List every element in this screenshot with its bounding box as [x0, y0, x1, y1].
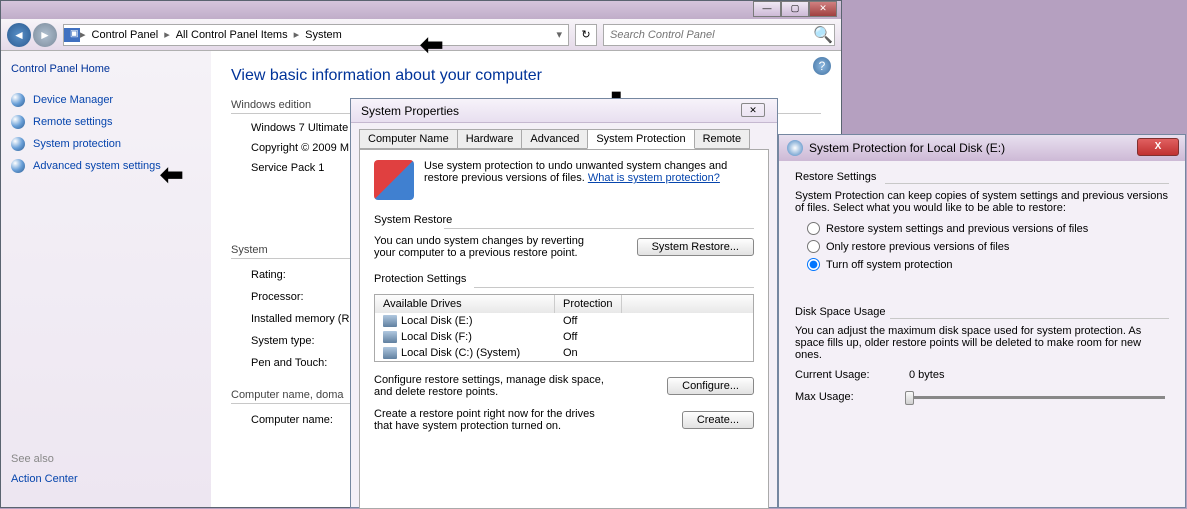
cp-titlebar[interactable]: — ▢ ✕	[1, 1, 841, 19]
help-icon[interactable]: ?	[813, 57, 831, 75]
max-usage-slider[interactable]	[905, 396, 1165, 399]
refresh-button[interactable]: ↻	[575, 24, 597, 46]
forward-button[interactable]: ►	[33, 23, 57, 47]
radio-label: Turn off system protection	[826, 259, 953, 271]
radio-restore-all[interactable]: Restore system settings and previous ver…	[807, 222, 1169, 235]
shield-icon	[11, 93, 25, 107]
breadcrumb-item[interactable]: All Control Panel Items	[170, 29, 294, 41]
sidebar-system-protection[interactable]: System protection	[11, 137, 201, 151]
shield-icon	[787, 140, 803, 156]
sidebar: Control Panel Home Device Manager Remote…	[1, 51, 211, 507]
slider-thumb[interactable]	[905, 391, 914, 405]
configure-button[interactable]: Configure...	[667, 377, 754, 395]
drive-name: Local Disk (E:)	[401, 315, 473, 327]
restore-settings-text: System Protection can keep copies of sys…	[795, 190, 1169, 214]
sidebar-item-label: Remote settings	[33, 116, 112, 128]
configure-text: Configure restore settings, manage disk …	[374, 374, 604, 398]
col-drives[interactable]: Available Drives	[375, 295, 555, 313]
drive-row[interactable]: Local Disk (E:) Off	[375, 313, 753, 329]
tab-system-protection[interactable]: System Protection	[587, 129, 694, 149]
breadcrumb-item[interactable]: Control Panel	[86, 29, 165, 41]
nav-bar: ◄ ► ▣ ▸ Control Panel ▸ All Control Pane…	[1, 19, 841, 51]
radio-label: Only restore previous versions of files	[826, 241, 1009, 253]
disk-usage-title: Disk Space Usage	[795, 306, 1169, 318]
spd-close-button[interactable]: X	[1137, 138, 1179, 156]
search-input[interactable]	[604, 29, 812, 41]
drive-icon	[383, 315, 397, 327]
radio-input[interactable]	[807, 240, 820, 253]
shield-icon	[11, 115, 25, 129]
search-box[interactable]: 🔍	[603, 24, 835, 46]
create-button[interactable]: Create...	[682, 411, 754, 429]
breadcrumb-item[interactable]: System	[299, 29, 348, 41]
dialog-title: System Protection for Local Disk (E:)	[809, 141, 1005, 155]
protection-settings-title: Protection Settings	[374, 273, 754, 285]
radio-input[interactable]	[807, 222, 820, 235]
sp-titlebar[interactable]: System Properties ✕	[351, 99, 777, 123]
restore-settings-title: Restore Settings	[795, 171, 1169, 183]
drive-name: Local Disk (C:) (System)	[401, 347, 520, 359]
drives-table[interactable]: Available Drives Protection Local Disk (…	[374, 294, 754, 362]
drive-row[interactable]: Local Disk (C:) (System) On	[375, 345, 753, 361]
drive-name: Local Disk (F:)	[401, 331, 472, 343]
maximize-button[interactable]: ▢	[781, 1, 809, 17]
close-button[interactable]: ✕	[809, 1, 837, 17]
sidebar-remote-settings[interactable]: Remote settings	[11, 115, 201, 129]
drive-protection: Off	[563, 315, 577, 327]
col-protection[interactable]: Protection	[555, 295, 622, 313]
sidebar-device-manager[interactable]: Device Manager	[11, 93, 201, 107]
search-icon[interactable]: 🔍	[812, 25, 834, 45]
sidebar-item-label: Device Manager	[33, 94, 113, 106]
system-protection-disk-dialog: System Protection for Local Disk (E:) X …	[778, 134, 1186, 508]
sidebar-advanced-settings[interactable]: Advanced system settings	[11, 159, 201, 173]
shield-icon	[11, 159, 25, 173]
dialog-title: System Properties	[361, 104, 459, 118]
system-properties-dialog: System Properties ✕ Computer Name Hardwa…	[350, 98, 778, 508]
minimize-button[interactable]: —	[753, 1, 781, 17]
drive-protection: On	[563, 347, 578, 359]
drive-protection: Off	[563, 331, 577, 343]
sidebar-item-label: System protection	[33, 138, 121, 150]
radio-label: Restore system settings and previous ver…	[826, 223, 1088, 235]
radio-turn-off[interactable]: Turn off system protection	[807, 258, 1169, 271]
drive-row[interactable]: Local Disk (F:) Off	[375, 329, 753, 345]
tab-hardware[interactable]: Hardware	[457, 129, 523, 149]
shield-icon	[11, 137, 25, 151]
sp-close-button[interactable]: ✕	[741, 103, 765, 117]
see-also-label: See also	[11, 453, 201, 465]
disk-usage-text: You can adjust the maximum disk space us…	[795, 325, 1169, 361]
control-panel-home-link[interactable]: Control Panel Home	[11, 63, 201, 75]
sidebar-item-label: Advanced system settings	[33, 160, 161, 172]
shield-icon	[374, 160, 414, 200]
page-title: View basic information about your comput…	[231, 67, 821, 85]
tab-computer-name[interactable]: Computer Name	[359, 129, 458, 149]
drive-icon	[383, 331, 397, 343]
tab-body: Use system protection to undo unwanted s…	[359, 149, 769, 509]
tab-strip: Computer Name Hardware Advanced System P…	[351, 123, 777, 149]
system-restore-title: System Restore	[374, 214, 754, 226]
drive-icon	[383, 347, 397, 359]
tab-advanced[interactable]: Advanced	[521, 129, 588, 149]
spd-titlebar[interactable]: System Protection for Local Disk (E:) X	[779, 135, 1185, 161]
see-also-action-center[interactable]: Action Center	[11, 473, 201, 485]
radio-input[interactable]	[807, 258, 820, 271]
spd-body: Restore Settings System Protection can k…	[779, 161, 1185, 413]
system-restore-button[interactable]: System Restore...	[637, 238, 754, 256]
what-is-link[interactable]: What is system protection?	[588, 172, 720, 184]
tab-remote[interactable]: Remote	[694, 129, 751, 149]
radio-restore-files[interactable]: Only restore previous versions of files	[807, 240, 1169, 253]
back-button[interactable]: ◄	[7, 23, 31, 47]
current-usage-value: 0 bytes	[909, 369, 944, 381]
breadcrumb[interactable]: ▣ ▸ Control Panel ▸ All Control Panel It…	[63, 24, 569, 46]
create-text: Create a restore point right now for the…	[374, 408, 604, 432]
max-usage-label: Max Usage:	[795, 391, 885, 403]
current-usage-label: Current Usage:	[795, 369, 885, 381]
breadcrumb-root-icon[interactable]: ▣	[64, 28, 80, 42]
system-restore-text: You can undo system changes by reverting…	[374, 235, 594, 259]
